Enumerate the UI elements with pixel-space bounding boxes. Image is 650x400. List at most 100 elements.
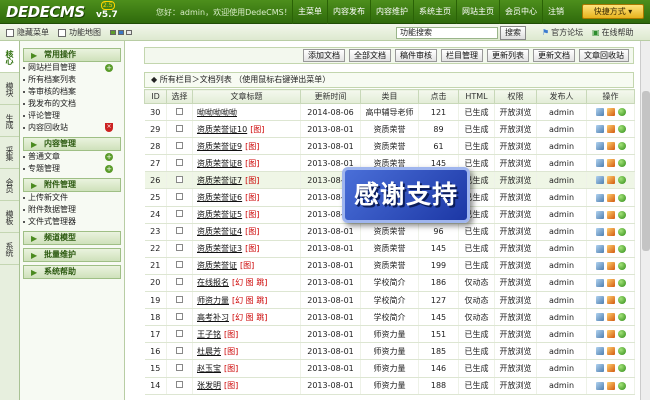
add-icon[interactable]: + [105, 64, 113, 72]
edit-icon[interactable] [606, 193, 615, 202]
edit-icon[interactable] [606, 176, 615, 185]
edit-icon[interactable] [606, 347, 615, 356]
toolbar-button[interactable]: 更新列表 [487, 49, 529, 62]
vtab-item[interactable]: 核心 [0, 41, 19, 73]
sidebar-item[interactable]: 上传新文件 [23, 192, 121, 204]
preview-icon[interactable] [617, 159, 626, 168]
row-checkbox[interactable] [176, 346, 183, 354]
row-checkbox[interactable] [176, 278, 183, 286]
theme-swatch-green[interactable] [110, 30, 116, 35]
edit-icon[interactable] [606, 159, 615, 168]
preview-icon[interactable] [617, 261, 626, 270]
sidebar-item[interactable]: 网站栏目管理 + [23, 62, 121, 74]
sidebar-item[interactable]: 评论管理 [23, 110, 121, 122]
table-row[interactable]: 18 高考补习 [幻 图 跳] 2013-08-01 学校简介 145 仅动态 开放浏览 adm… [144, 308, 635, 327]
top-nav-item[interactable]: 主菜单 [292, 0, 327, 24]
preview-icon[interactable] [617, 193, 626, 202]
hide-menu-button[interactable]: 隐藏菜单 [6, 27, 49, 38]
view-icon[interactable] [595, 364, 604, 373]
table-row[interactable]: 29 资质荣誉证10 [图] 2013-08-01 资质荣誉 89 已生成 开放浏览 admin [144, 120, 635, 139]
toolbar-button[interactable]: 文章回收站 [579, 49, 629, 62]
toolbar-button[interactable]: 更新文档 [533, 49, 575, 62]
add-icon[interactable]: + [105, 153, 113, 161]
row-title-link[interactable]: 资质荣誉证8 [197, 159, 242, 168]
row-checkbox[interactable] [176, 141, 183, 149]
sidebar-item[interactable]: 内容回收站 × [23, 122, 121, 134]
table-row[interactable]: 19 师资力量 [幻 图 跳] 2013-08-01 学校简介 127 仅动态 开放浏览 adm… [144, 291, 635, 310]
row-checkbox[interactable] [176, 124, 183, 132]
row-title-link[interactable]: 资质荣誉证7 [197, 176, 242, 185]
row-title-link[interactable]: 资质荣誉证4 [197, 227, 242, 236]
top-nav-item[interactable]: 会员中心 [499, 0, 542, 24]
row-title-link[interactable]: 在线报名 [197, 278, 229, 287]
row-checkbox[interactable] [176, 107, 183, 115]
edit-icon[interactable] [606, 244, 615, 253]
top-nav-item[interactable]: 网站主页 [456, 0, 499, 24]
table-row[interactable]: 28 资质荣誉证9 [图] 2013-08-01 资质荣誉 61 已生成 开放浏览 admin [144, 137, 635, 156]
row-title-link[interactable]: 赵玉宝 [197, 364, 221, 373]
edit-icon[interactable] [606, 227, 615, 236]
sidebar-item[interactable]: 专题管理 + [23, 163, 121, 175]
view-icon[interactable] [595, 278, 604, 287]
row-checkbox[interactable] [176, 295, 183, 303]
edit-icon[interactable] [606, 330, 615, 339]
preview-icon[interactable] [617, 347, 626, 356]
sidebar-item[interactable]: 所有档案列表 [23, 74, 121, 86]
table-row[interactable]: 21 资质荣誉证 [图] 2013-08-01 资质荣誉 199 已生成 开放浏览 admin [144, 257, 635, 275]
view-icon[interactable] [595, 193, 604, 202]
view-icon[interactable] [595, 261, 604, 270]
row-checkbox[interactable] [176, 244, 183, 252]
view-icon[interactable] [595, 159, 604, 168]
sidebar-item[interactable]: 我发布的文档 [23, 98, 121, 110]
table-row[interactable]: 16 杜晨芳 [图] 2013-08-01 师资力量 185 已生成 开放浏览 admin [144, 342, 635, 361]
edit-icon[interactable] [606, 313, 615, 322]
top-nav-item[interactable]: 注销 [542, 0, 569, 24]
online-help-link[interactable]: ▣ 在线帮助 [592, 27, 634, 38]
view-icon[interactable] [595, 313, 604, 322]
edit-icon[interactable] [606, 125, 615, 134]
sidebar-item[interactable]: 附件数据管理 [23, 204, 121, 216]
table-row[interactable]: 17 王子铭 [图] 2013-08-01 师资力量 151 已生成 开放浏览 admin [144, 325, 635, 344]
view-icon[interactable] [595, 227, 604, 236]
function-map-button[interactable]: 功能地图 [58, 27, 101, 38]
sidebar-group-header[interactable]: ▶ 批量维护 [23, 248, 121, 262]
search-button[interactable]: 搜索 [500, 26, 526, 40]
view-icon[interactable] [595, 142, 604, 151]
row-title-link[interactable]: 师资力量 [197, 296, 229, 305]
toolbar-button[interactable]: 稿件审核 [395, 49, 437, 62]
row-checkbox[interactable] [176, 312, 183, 320]
preview-icon[interactable] [617, 227, 626, 236]
top-nav-item[interactable]: 系统主页 [413, 0, 456, 24]
row-title-link[interactable]: 杜晨芳 [197, 347, 221, 356]
preview-icon[interactable] [617, 364, 626, 373]
table-row[interactable]: 23 资质荣誉证4 [图] 2013-08-01 资质荣誉 96 已生成 开放浏览 admin [144, 223, 635, 241]
row-title-link[interactable]: 高考补习 [197, 313, 229, 322]
official-forum-link[interactable]: ⚑ 官方论坛 [542, 27, 583, 38]
row-checkbox[interactable] [176, 261, 183, 269]
preview-icon[interactable] [617, 108, 626, 117]
edit-icon[interactable] [606, 278, 615, 287]
row-title-link[interactable]: 资质荣誉证9 [197, 142, 242, 151]
top-nav-item[interactable]: 内容发布 [327, 0, 370, 24]
preview-icon[interactable] [617, 210, 626, 219]
view-icon[interactable] [595, 330, 604, 339]
edit-icon[interactable] [606, 261, 615, 270]
preview-icon[interactable] [617, 278, 626, 287]
preview-icon[interactable] [617, 176, 626, 185]
edit-icon[interactable] [606, 296, 615, 305]
sidebar-group-header[interactable]: ▶ 频道模型 [23, 231, 121, 245]
sidebar-item[interactable]: 文件式管理器 [23, 216, 121, 228]
view-icon[interactable] [595, 381, 604, 390]
row-title-link[interactable]: 资质荣誉证5 [197, 210, 242, 219]
vtab-item[interactable]: 模块 [0, 73, 19, 105]
sidebar-item[interactable]: 等审核的档案 [23, 86, 121, 98]
row-checkbox[interactable] [176, 381, 183, 389]
preview-icon[interactable] [617, 381, 626, 390]
function-search-input[interactable]: 功能搜索 [396, 27, 498, 39]
preview-icon[interactable] [617, 296, 626, 305]
edit-icon[interactable] [606, 381, 615, 390]
sidebar-group-header[interactable]: ▶ 系统帮助 [23, 265, 121, 279]
view-icon[interactable] [595, 108, 604, 117]
add-icon[interactable]: + [105, 165, 113, 173]
view-icon[interactable] [595, 296, 604, 305]
